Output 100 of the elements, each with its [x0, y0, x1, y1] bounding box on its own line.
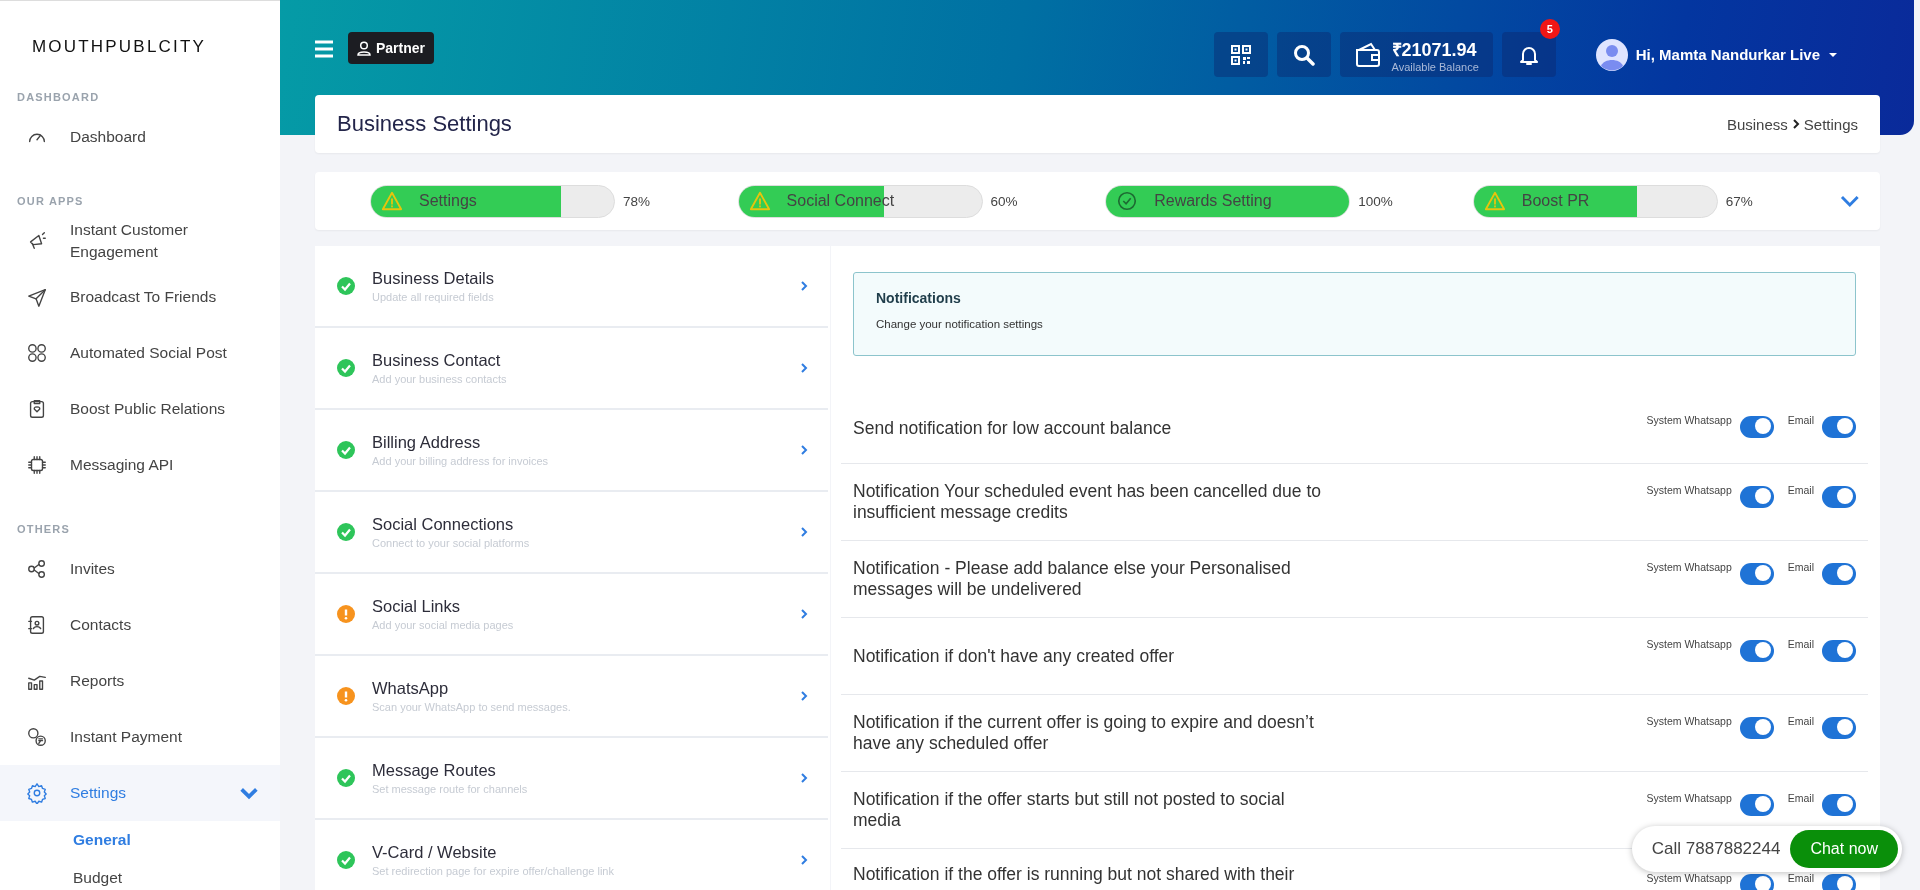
- chevron-right-icon: [800, 609, 808, 619]
- sidebar-item[interactable]: Messaging API: [0, 437, 280, 493]
- sidebar-item[interactable]: Instant Payment: [0, 709, 280, 765]
- qr-code-button[interactable]: [1213, 32, 1268, 77]
- info-subtitle: Change your notification settings: [876, 318, 1044, 330]
- channel-label: Email: [1787, 872, 1814, 884]
- channel-label: System Whatsapp: [1646, 872, 1732, 884]
- notification-text: Notification if the offer starts but still not posted to social media: [853, 789, 1286, 831]
- chevron-right-icon: [1791, 119, 1800, 129]
- search-button[interactable]: [1276, 32, 1331, 77]
- chat-now-button[interactable]: Chat now: [1790, 830, 1898, 868]
- step-title: V-Card / Website: [372, 843, 498, 862]
- toggle-switch[interactable]: [1822, 794, 1856, 816]
- toggle-switch[interactable]: [1822, 563, 1856, 585]
- settings-step[interactable]: Social Links Add your social media pages: [315, 574, 828, 656]
- sidebar-item[interactable]: Boost Public Relations: [0, 381, 280, 437]
- notification-text: Notification Your scheduled event has been cancelled due to insufficient message credits: [853, 481, 1322, 523]
- sidebar-item[interactable]: Instant Customer Engagement: [0, 213, 280, 269]
- step-title: Business Details: [372, 269, 495, 288]
- chevron-right-icon: [800, 363, 808, 373]
- social-circles-icon: [26, 342, 48, 364]
- section-heading: DASHBOARD: [17, 91, 100, 103]
- toggle-switch[interactable]: [1822, 874, 1856, 890]
- chevron-right-icon: [800, 281, 808, 291]
- brand-logo: MOUTHPUBLCITY: [32, 37, 207, 57]
- person-icon: [357, 40, 371, 56]
- sidebar-item[interactable]: Settings: [0, 765, 280, 821]
- toggle-switch[interactable]: [1739, 563, 1774, 585]
- toggle-switch[interactable]: [1822, 640, 1856, 662]
- chevron-down-icon[interactable]: [1840, 194, 1860, 208]
- toggle-switch[interactable]: [1739, 874, 1774, 890]
- channel-label: Email: [1787, 715, 1814, 727]
- user-menu[interactable]: Hi, Mamta Nandurkar Live: [1589, 32, 1844, 77]
- caret-icon: [1828, 51, 1838, 58]
- progress-label: Settings: [419, 192, 477, 210]
- section-heading: OTHERS: [17, 523, 71, 535]
- breadcrumb-item[interactable]: Business: [1726, 115, 1788, 133]
- chevron-right-icon: [800, 773, 808, 783]
- notification-text: Send notification for low account balance: [853, 418, 1173, 439]
- progress-percent: 100%: [1358, 193, 1393, 209]
- submenu-item[interactable]: General: [0, 821, 280, 859]
- submenu-item[interactable]: Budget: [0, 859, 280, 890]
- sidebar-item[interactable]: Automated Social Post: [0, 325, 280, 381]
- toggle-switch[interactable]: [1822, 717, 1856, 739]
- chip-icon: [26, 454, 48, 476]
- channel-label: Email: [1787, 561, 1814, 573]
- step-subtitle: Scan your WhatsApp to send messages.: [372, 701, 572, 713]
- sidebar-item[interactable]: Reports: [0, 653, 280, 709]
- notification-text: Notification if the offer is running but not shared with their: [853, 864, 1296, 885]
- currency-exchange-icon: [26, 726, 48, 748]
- sidebar-item[interactable]: Invites: [0, 541, 280, 597]
- progress-label: Boost PR: [1521, 192, 1590, 210]
- chevron-right-icon: [800, 445, 808, 455]
- balance-amount: ₹21071.94: [1391, 38, 1478, 61]
- step-subtitle: Add your business contacts: [372, 373, 508, 385]
- partner-label: Partner: [376, 40, 426, 56]
- channel-label: System Whatsapp: [1646, 484, 1732, 496]
- toggle-switch[interactable]: [1739, 794, 1774, 816]
- chevron-right-icon: [800, 527, 808, 537]
- sidebar-item[interactable]: Broadcast To Friends: [0, 269, 280, 325]
- progress-percent: 78%: [623, 193, 651, 209]
- call-number: Call 7887882244: [1651, 839, 1781, 859]
- qr-code-icon: [1230, 44, 1251, 65]
- toggle-switch[interactable]: [1739, 486, 1774, 508]
- progress-label: Rewards Setting: [1154, 192, 1272, 210]
- channel-label: System Whatsapp: [1646, 638, 1732, 650]
- toggle-switch[interactable]: [1739, 416, 1774, 438]
- menu-icon[interactable]: [314, 40, 334, 58]
- notification-text: Notification if the current offer is going to expire and doesn’t have any scheduled offer: [853, 712, 1315, 754]
- chevron-right-icon: [800, 855, 808, 865]
- sidebar-item[interactable]: Dashboard: [0, 109, 280, 165]
- settings-step[interactable]: WhatsApp Scan your WhatsApp to send messages.: [315, 656, 828, 738]
- channel-label: Email: [1787, 792, 1814, 804]
- breadcrumb-item: Settings: [1803, 115, 1858, 133]
- settings-step[interactable]: Business Details Update all required fields: [315, 246, 828, 328]
- gear-icon: [26, 782, 48, 804]
- channel-label: System Whatsapp: [1646, 561, 1732, 573]
- channel-label: System Whatsapp: [1646, 792, 1732, 804]
- notification-text: Notification if don't have any created offer: [853, 645, 1176, 667]
- info-title: Notifications: [876, 290, 962, 306]
- channel-label: System Whatsapp: [1646, 715, 1732, 727]
- notifications-button[interactable]: [1501, 32, 1556, 77]
- channel-label: Email: [1787, 484, 1814, 496]
- avatar-icon: [1595, 38, 1628, 71]
- chevron-right-icon: [800, 691, 808, 701]
- channel-label: System Whatsapp: [1646, 414, 1732, 426]
- toggle-switch[interactable]: [1822, 416, 1856, 438]
- toggle-switch[interactable]: [1739, 640, 1774, 662]
- step-title: Billing Address: [372, 433, 482, 452]
- notification-text: Notification - Please add balance else your Personalised messages will be undelivered: [853, 558, 1292, 600]
- channel-label: Email: [1787, 414, 1814, 426]
- share-nodes-icon: [26, 558, 48, 580]
- progress-percent: 60%: [990, 193, 1018, 209]
- balance-caption: Available Balance: [1391, 60, 1479, 73]
- step-subtitle: Add your social media pages: [372, 619, 515, 631]
- toggle-switch[interactable]: [1739, 717, 1774, 739]
- settings-step[interactable]: Business Contact Add your business contacts: [315, 328, 828, 410]
- toggle-switch[interactable]: [1822, 486, 1856, 508]
- sidebar-item[interactable]: Contacts: [0, 597, 280, 653]
- step-subtitle: Update all required fields: [372, 291, 495, 303]
